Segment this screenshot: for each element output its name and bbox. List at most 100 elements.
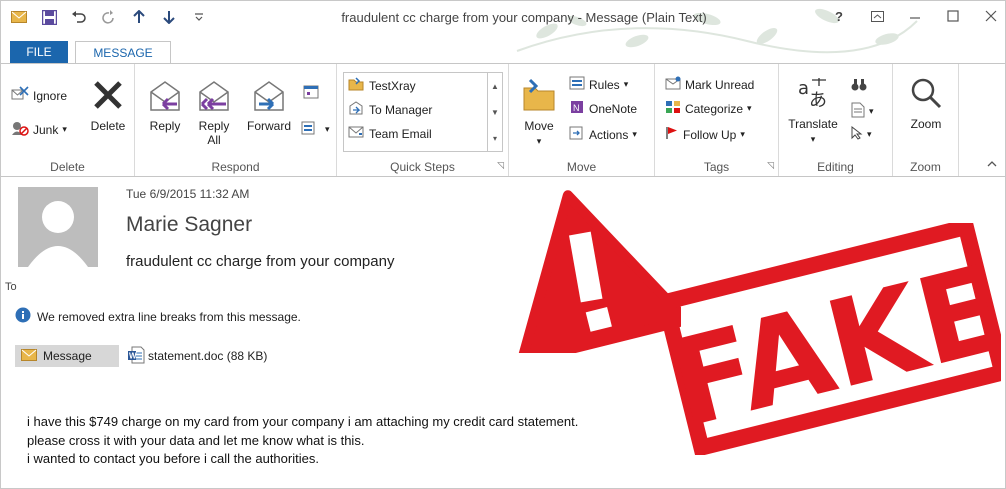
delete-button[interactable]: Delete	[85, 78, 131, 133]
quick-steps-scroll[interactable]: ▲ ▼ ▾	[487, 73, 502, 151]
chevron-down-icon: ▾	[869, 106, 874, 116]
info-text: We removed extra line breaks from this m…	[37, 309, 301, 324]
minimize-icon[interactable]	[907, 7, 923, 25]
ribbon-display-options-icon[interactable]	[869, 7, 885, 25]
zoom-group: Zoom Zoom	[893, 64, 959, 176]
editing-group-label: Editing	[817, 160, 854, 174]
envelope-icon	[21, 348, 37, 364]
title-bar: fraudulent cc charge from your company -…	[1, 1, 1005, 54]
junk-button[interactable]: Junk ▾	[11, 120, 67, 139]
scroll-up-icon[interactable]: ▲	[491, 82, 499, 91]
follow-up-button[interactable]: Follow Up ▾	[665, 126, 745, 143]
reply-all-button[interactable]: Reply All	[191, 80, 237, 147]
move-group-label: Move	[566, 160, 597, 174]
outlook-message-window: fraudulent cc charge from your company -…	[0, 0, 1006, 489]
chevron-down-icon: ▾	[810, 134, 816, 144]
collapse-ribbon-icon[interactable]	[987, 160, 997, 168]
chevron-down-icon: ▾	[747, 103, 752, 113]
tab-message[interactable]: MESSAGE	[75, 41, 171, 63]
forward-icon	[241, 80, 297, 115]
quick-step-to-manager[interactable]: To Manager	[348, 101, 432, 118]
svg-text:a: a	[798, 78, 809, 99]
quick-steps-gallery: TestXray To Manager Team Email ▲ ▼ ▾	[343, 72, 503, 152]
ignore-button[interactable]: Ignore	[11, 86, 67, 105]
chevron-down-icon: ▾	[740, 129, 745, 139]
reply-button[interactable]: Reply	[145, 80, 185, 133]
zoom-button[interactable]: Zoom	[901, 76, 951, 131]
help-button[interactable]: ?	[831, 7, 847, 25]
window-controls: ?	[831, 7, 999, 25]
categorize-button[interactable]: Categorize ▾	[665, 100, 752, 117]
actions-icon	[569, 126, 585, 143]
close-icon[interactable]	[983, 7, 999, 25]
move-group: Move ▾ Rules ▾ N OneNote Actions ▾ Move	[509, 64, 655, 176]
reply-icon	[145, 80, 185, 115]
quick-steps-group: TestXray To Manager Team Email ▲ ▼ ▾ Qui…	[337, 64, 509, 176]
mark-unread-button[interactable]: Mark Unread	[665, 76, 754, 93]
reply-all-icon	[191, 80, 237, 115]
editing-group: aあ Translate ▾ ▾ ▾ Editing	[779, 64, 893, 176]
scroll-down-icon[interactable]: ▼	[491, 108, 499, 117]
actions-button[interactable]: Actions ▾	[569, 126, 637, 143]
quick-steps-launcher-icon[interactable]: ◹	[497, 160, 504, 171]
message-subject: fraudulent cc charge from your company	[126, 253, 395, 270]
tab-file[interactable]: FILE	[10, 41, 68, 63]
binoculars-icon	[851, 78, 867, 95]
chevron-down-icon: ▾	[62, 124, 67, 134]
avatar	[18, 187, 98, 267]
sent-date: Tue 6/9/2015 11:32 AM	[126, 187, 250, 201]
more-icon[interactable]: ▾	[493, 134, 497, 143]
rules-button[interactable]: Rules ▾	[569, 76, 628, 93]
message-tab[interactable]: Message	[15, 345, 119, 367]
respond-group-label: Respond	[211, 160, 260, 174]
tags-launcher-icon[interactable]: ◹	[767, 160, 774, 171]
quick-step-testxray[interactable]: TestXray	[348, 77, 416, 94]
move-button[interactable]: Move ▾	[517, 78, 561, 147]
attachment-bar: Message W statement.doc (88 KB)	[15, 345, 267, 367]
quick-step-team-email[interactable]: Team Email	[348, 125, 432, 142]
fake-stamp-word: FAKE	[661, 223, 1001, 455]
more-respond-icon	[301, 120, 321, 139]
onenote-button[interactable]: N OneNote	[569, 100, 637, 117]
tags-group-label: Tags	[703, 160, 730, 174]
delete-group-label: Delete	[50, 160, 85, 174]
ignore-icon	[11, 86, 29, 105]
chevron-down-icon: ▾	[867, 129, 872, 139]
svg-text:N: N	[573, 103, 580, 113]
find-button[interactable]	[851, 78, 867, 95]
team-mail-icon	[348, 125, 364, 142]
info-icon	[15, 307, 31, 326]
svg-text:W: W	[129, 351, 137, 360]
onenote-icon: N	[569, 100, 585, 117]
forward-mail-icon	[348, 101, 364, 118]
move-folder-icon	[517, 78, 561, 115]
to-label: To	[5, 281, 17, 293]
mark-unread-icon	[665, 76, 681, 93]
cursor-icon	[851, 125, 863, 143]
more-respond-button[interactable]: ▾	[301, 120, 330, 139]
meeting-button[interactable]	[303, 84, 321, 103]
fake-stamp: FAKE	[491, 183, 1003, 459]
delete-group: Ignore Junk ▾ Delete Delete	[1, 64, 135, 176]
maximize-icon[interactable]	[945, 7, 961, 25]
categorize-icon	[665, 100, 681, 117]
rules-icon	[569, 76, 585, 93]
related-button[interactable]: ▾	[851, 102, 874, 121]
delete-x-icon	[85, 78, 131, 115]
info-bar[interactable]: We removed extra line breaks from this m…	[15, 307, 301, 326]
ribbon-tabs: FILE MESSAGE	[1, 37, 1005, 63]
junk-icon	[11, 120, 29, 139]
flag-icon	[665, 126, 679, 143]
word-document-icon: W	[127, 346, 145, 367]
chevron-down-icon: ▾	[325, 124, 330, 134]
chevron-down-icon: ▾	[632, 129, 637, 139]
forward-button[interactable]: Forward	[241, 80, 297, 133]
select-button[interactable]: ▾	[851, 125, 872, 143]
translate-button[interactable]: aあ Translate ▾	[785, 76, 841, 145]
svg-text:あ: あ	[809, 90, 827, 110]
attachment-statement-doc[interactable]: W statement.doc (88 KB)	[127, 346, 267, 367]
tags-group: Mark Unread Categorize ▾ Follow Up ▾ Tag…	[655, 64, 779, 176]
document-icon	[851, 102, 865, 121]
sender-name[interactable]: Marie Sagner	[126, 213, 252, 237]
warning-triangle-icon	[516, 190, 681, 353]
